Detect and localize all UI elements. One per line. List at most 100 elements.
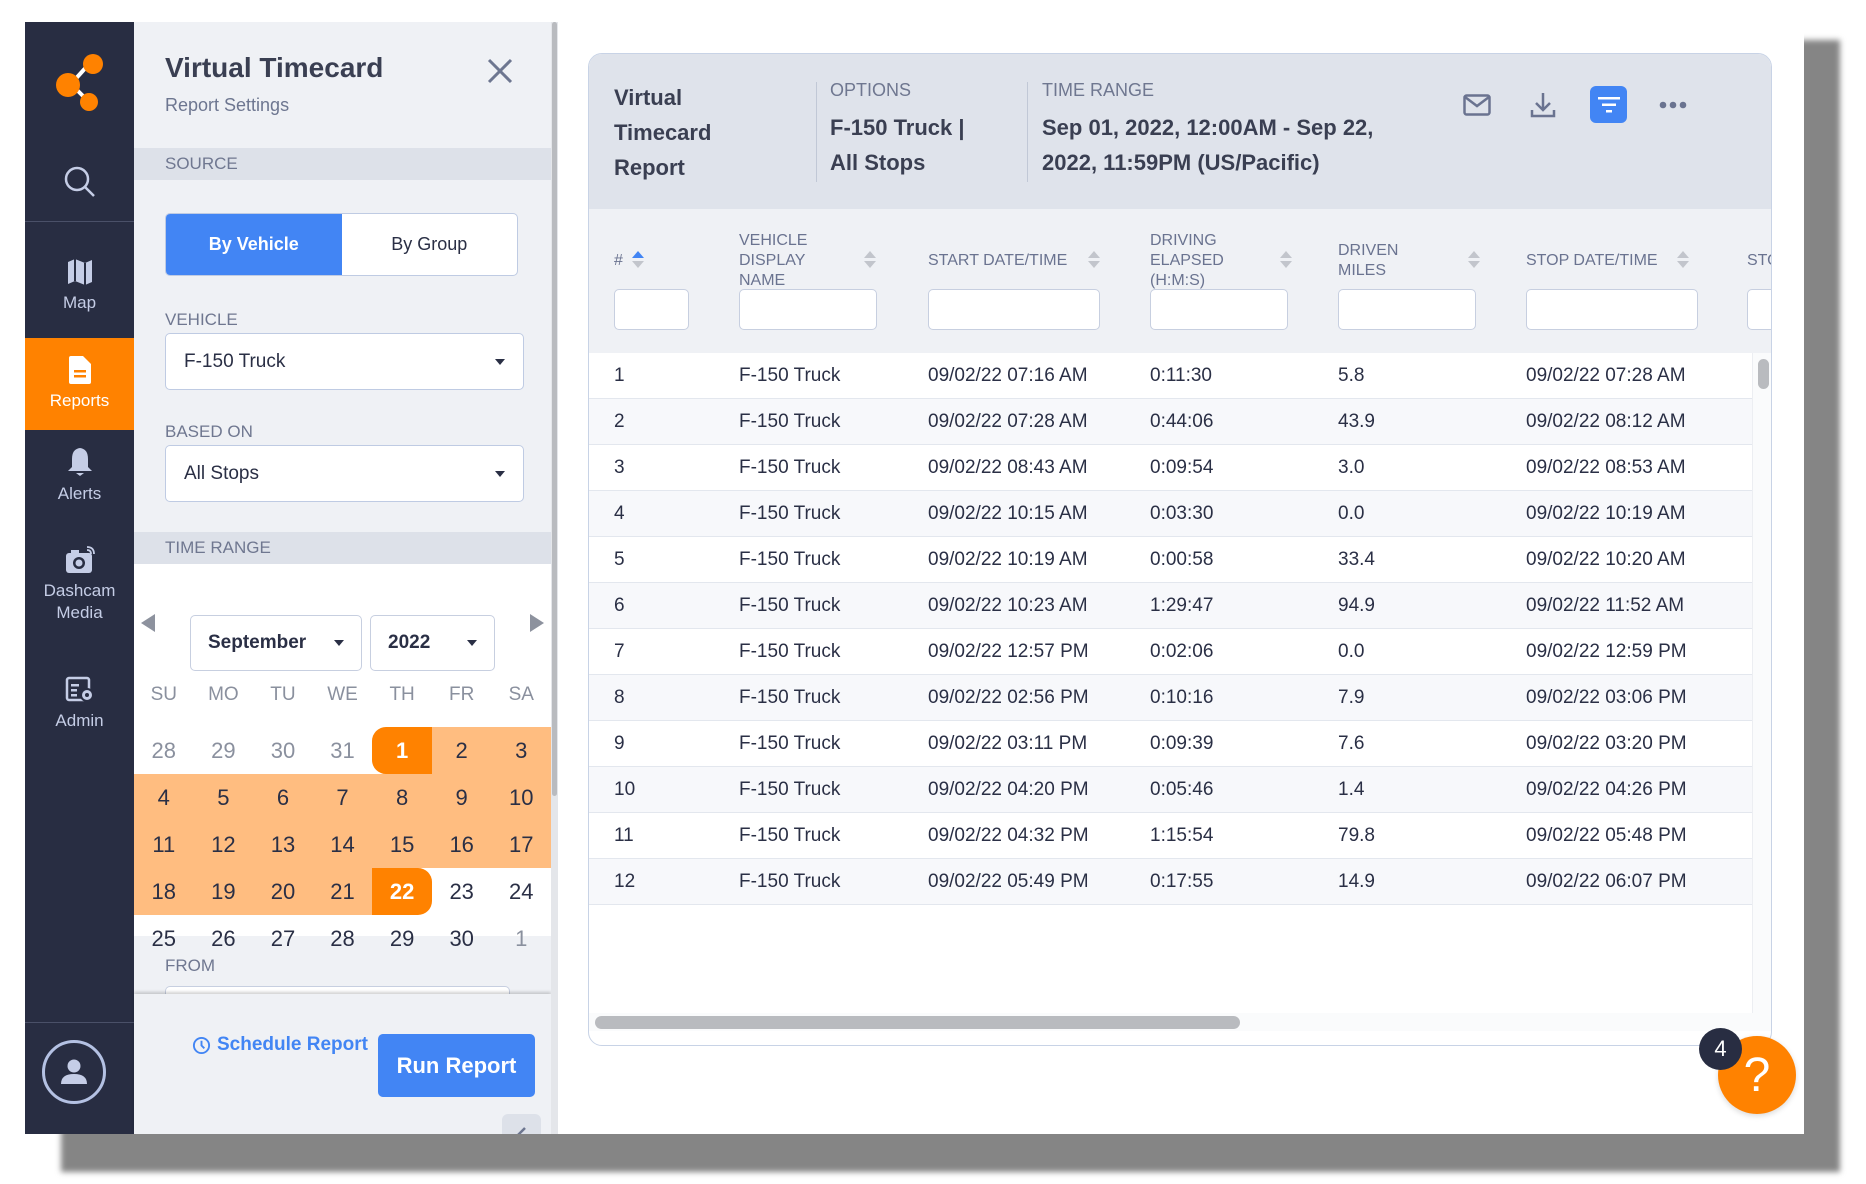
column-header-stop-date-time[interactable]: STOP DATE/TIME xyxy=(1526,251,1658,271)
calendar-day[interactable]: 4 xyxy=(134,774,194,821)
column-header-driven-miles[interactable]: DRIVEN MILES xyxy=(1338,241,1428,281)
sort-icon[interactable] xyxy=(1468,251,1480,271)
calendar-day[interactable]: 28 xyxy=(134,727,194,774)
filter-input-start[interactable] xyxy=(928,289,1100,330)
calendar-day[interactable]: 31 xyxy=(313,727,373,774)
calendar-day[interactable]: 1 xyxy=(372,727,432,774)
calendar-day[interactable]: 30 xyxy=(432,915,492,962)
table-row[interactable]: 10 F-150 Truck 09/02/22 04:20 PM 0:05:46 1.4… xyxy=(589,767,1752,813)
column-header-truncated[interactable]: STO xyxy=(1747,251,1771,271)
sort-icon[interactable] xyxy=(632,251,644,271)
column-header-start-date-time[interactable]: START DATE/TIME xyxy=(928,251,1067,271)
sidebar-item-dashcam-media[interactable]: Dashcam Media xyxy=(25,530,134,640)
sidebar-item-alerts[interactable]: Alerts xyxy=(25,430,134,522)
cell-stop: 09/02/22 08:12 AM xyxy=(1526,411,1686,432)
calendar-day[interactable]: 16 xyxy=(431,821,492,868)
calendar-day[interactable]: 3 xyxy=(491,727,552,774)
user-avatar-button[interactable] xyxy=(42,1040,106,1104)
by-group-button[interactable]: By Group xyxy=(342,214,518,275)
sort-icon[interactable] xyxy=(1677,251,1689,271)
table-row[interactable]: 12 F-150 Truck 09/02/22 05:49 PM 0:17:55 14.… xyxy=(589,859,1752,905)
calendar-day[interactable]: 27 xyxy=(253,915,313,962)
table-row[interactable]: 8 F-150 Truck 09/02/22 02:56 PM 0:10:16 7.9 0… xyxy=(589,675,1752,721)
report-header: Virtual Timecard Report OPTIONS F-150 Tr… xyxy=(589,54,1771,209)
calendar-day[interactable]: 29 xyxy=(194,727,254,774)
calendar-day[interactable]: 17 xyxy=(491,821,552,868)
table-row[interactable]: 4 F-150 Truck 09/02/22 10:15 AM 0:03:30 0.0 0… xyxy=(589,491,1752,537)
calendar-day[interactable]: 8 xyxy=(372,774,432,821)
calendar-day[interactable]: 9 xyxy=(431,774,492,821)
sort-icon[interactable] xyxy=(1088,251,1100,271)
previous-month-arrow-icon[interactable] xyxy=(141,614,155,632)
calendar-day[interactable]: 24 xyxy=(491,868,551,915)
horizontal-scrollbar[interactable] xyxy=(589,1013,1771,1031)
table-row[interactable]: 1 F-150 Truck 09/02/22 07:16 AM 0:11:30 5.8 0… xyxy=(589,353,1752,399)
collapse-panel-button[interactable] xyxy=(502,1114,541,1134)
table-row[interactable]: 3 F-150 Truck 09/02/22 08:43 AM 0:09:54 3.0 0… xyxy=(589,445,1752,491)
filter-button[interactable] xyxy=(1590,86,1627,123)
sidebar-item-admin[interactable]: Admin xyxy=(25,658,134,750)
sidebar-item-reports[interactable]: Reports xyxy=(25,338,134,430)
calendar-day[interactable]: 13 xyxy=(253,821,313,868)
calendar-day[interactable]: 28 xyxy=(313,915,373,962)
based-on-select[interactable]: All Stops xyxy=(165,445,524,502)
calendar-day[interactable]: 1 xyxy=(491,915,551,962)
calendar-day[interactable]: 22 xyxy=(372,868,432,915)
filter-input-truncated[interactable] xyxy=(1747,289,1771,330)
vehicle-select[interactable]: F-150 Truck xyxy=(165,333,524,390)
close-button[interactable] xyxy=(484,55,516,87)
scrollbar-thumb[interactable] xyxy=(552,22,557,796)
cell-vehicle: F-150 Truck xyxy=(739,871,841,892)
sort-icon[interactable] xyxy=(1280,251,1292,271)
search-button[interactable] xyxy=(25,152,134,212)
schedule-report-link[interactable]: Schedule Report xyxy=(192,1034,368,1056)
by-vehicle-button[interactable]: By Vehicle xyxy=(166,214,342,275)
calendar-day[interactable]: 15 xyxy=(372,821,432,868)
calendar-day[interactable]: 23 xyxy=(432,868,492,915)
calendar-day[interactable]: 5 xyxy=(193,774,254,821)
calendar-day[interactable]: 10 xyxy=(491,774,552,821)
table-row[interactable]: 5 F-150 Truck 09/02/22 10:19 AM 0:00:58 33.4… xyxy=(589,537,1752,583)
calendar-day[interactable]: 18 xyxy=(134,868,194,915)
month-select[interactable]: September xyxy=(190,615,362,671)
calendar-day[interactable]: 25 xyxy=(134,915,194,962)
calendar-day[interactable]: 30 xyxy=(253,727,313,774)
download-button[interactable] xyxy=(1524,86,1561,123)
more-options-button[interactable] xyxy=(1654,86,1691,123)
calendar-day[interactable]: 14 xyxy=(312,821,373,868)
filter-input-miles[interactable] xyxy=(1338,289,1476,330)
table-row[interactable]: 6 F-150 Truck 09/02/22 10:23 AM 1:29:47 94.9… xyxy=(589,583,1752,629)
calendar-day[interactable]: 26 xyxy=(194,915,254,962)
filter-input-number[interactable] xyxy=(614,289,689,330)
calendar-day[interactable]: 29 xyxy=(372,915,432,962)
calendar-day[interactable]: 12 xyxy=(193,821,254,868)
table-row[interactable]: 11 F-150 Truck 09/02/22 04:32 PM 1:15:54 79.… xyxy=(589,813,1752,859)
settings-scrollbar[interactable] xyxy=(551,22,558,1134)
column-header-driving-elapsed[interactable]: DRIVING ELAPSED (H:M:S) xyxy=(1150,231,1240,291)
scrollbar-thumb[interactable] xyxy=(1758,359,1769,389)
calendar-day[interactable]: 7 xyxy=(312,774,373,821)
filter-input-vehicle[interactable] xyxy=(739,289,877,330)
calendar-day[interactable]: 21 xyxy=(312,868,373,915)
table-row[interactable]: 7 F-150 Truck 09/02/22 12:57 PM 0:02:06 0.0 0… xyxy=(589,629,1752,675)
sidebar-item-map[interactable]: Map xyxy=(25,240,134,332)
share-nodes-logo[interactable] xyxy=(49,52,109,112)
column-header-number[interactable]: # xyxy=(614,251,623,271)
filter-input-stop[interactable] xyxy=(1526,289,1698,330)
column-header-vehicle-display-name[interactable]: VEHICLE DISPLAY NAME xyxy=(739,231,829,291)
calendar-day[interactable]: 6 xyxy=(253,774,313,821)
run-report-button[interactable]: Run Report xyxy=(378,1034,535,1097)
sort-icon[interactable] xyxy=(864,251,876,271)
table-row[interactable]: 9 F-150 Truck 09/02/22 03:11 PM 0:09:39 7.6 0… xyxy=(589,721,1752,767)
table-row[interactable]: 2 F-150 Truck 09/02/22 07:28 AM 0:44:06 43.9… xyxy=(589,399,1752,445)
year-select[interactable]: 2022 xyxy=(370,615,495,671)
scrollbar-thumb[interactable] xyxy=(595,1016,1240,1029)
email-button[interactable] xyxy=(1458,86,1495,123)
calendar-day[interactable]: 2 xyxy=(431,727,492,774)
calendar-day[interactable]: 20 xyxy=(253,868,313,915)
calendar-day[interactable]: 19 xyxy=(193,868,254,915)
filter-input-elapsed[interactable] xyxy=(1150,289,1288,330)
next-month-arrow-icon[interactable] xyxy=(530,614,544,632)
calendar-day[interactable]: 11 xyxy=(134,821,194,868)
vertical-scrollbar[interactable] xyxy=(1752,353,1771,1013)
